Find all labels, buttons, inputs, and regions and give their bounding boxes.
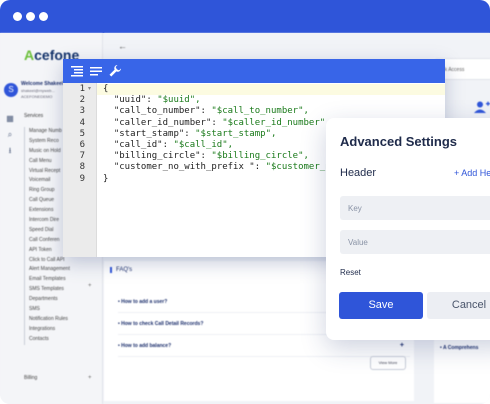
code-line[interactable]: "start_stamp": "$start_stamp", <box>103 128 277 140</box>
json-value: "$call_id", <box>173 140 234 150</box>
json-value: "$call_to_number", <box>211 106 309 117</box>
json-key: "caller_id_number": <box>103 117 223 128</box>
code-line[interactable]: "uuid": "$uuid", <box>103 95 201 106</box>
line-number: 4 <box>79 117 85 128</box>
save-button[interactable]: Save <box>339 292 423 319</box>
json-key: "billing_circle": <box>103 151 212 162</box>
code-line[interactable]: "billing_circle": "$billing_circle", <box>103 151 309 162</box>
json-key: "customer_no_with_prefix ": <box>103 162 266 173</box>
json-value: "$caller_id_number", <box>222 117 331 128</box>
json-value: "$start_stamp", <box>195 128 277 139</box>
json-key: "call_id": <box>103 140 174 150</box>
line-number: 9 <box>79 173 85 184</box>
search-icon[interactable]: ⌕ <box>5 130 15 140</box>
header-label: Header <box>340 167 377 179</box>
sidebar-menu-item[interactable]: Integrations <box>24 324 96 335</box>
line-number-gutter: ▾ 123456789 <box>63 83 97 257</box>
sidebar-menu-item[interactable]: Departments <box>24 295 96 306</box>
browser-titlebar <box>0 0 490 33</box>
user-email: shakeel@myweb... <box>21 88 55 93</box>
line-number: 2 <box>79 95 85 106</box>
sidebar-menu-item[interactable]: Email Templates <box>24 275 96 286</box>
avatar[interactable]: S <box>4 83 18 97</box>
app-frame: Acefone S Welcome Shakeel shakeel@myweb.… <box>0 0 490 404</box>
welcome-text: Welcome Shakeel <box>21 81 64 87</box>
add-header-link[interactable]: + Add He <box>454 168 490 178</box>
sidebar-menu-item[interactable]: Click to Call API <box>24 255 96 266</box>
services-heading: Services <box>24 113 44 119</box>
compact-icon[interactable] <box>89 64 103 78</box>
view-more-button[interactable]: View More <box>370 356 406 370</box>
add-user-icon[interactable] <box>474 101 490 116</box>
back-arrow-icon[interactable]: ← <box>118 41 127 51</box>
json-key: "start_stamp": <box>103 128 196 139</box>
code-line[interactable]: } <box>103 174 108 185</box>
sidebar-menu-item[interactable]: SMS Templates <box>24 285 96 296</box>
editor-toolbar <box>63 59 445 83</box>
format-icon[interactable] <box>70 64 84 78</box>
reset-link[interactable]: Reset <box>340 268 361 277</box>
wrench-icon[interactable] <box>108 64 122 78</box>
line-number: 8 <box>79 162 85 173</box>
json-key: "uuid": <box>103 95 158 106</box>
info-card-item[interactable]: • A Comprehens <box>440 345 478 351</box>
cancel-button[interactable]: Cancel <box>427 292 490 319</box>
sidebar-item-billing[interactable]: Billing <box>24 375 37 381</box>
download-icon[interactable]: ⭳ <box>5 146 15 156</box>
code-line[interactable]: "customer_no_with_prefix ": "$customer_n… <box>103 162 347 173</box>
modal-title: Advanced Settings <box>340 134 458 149</box>
header-value-input[interactable] <box>340 230 490 254</box>
json-key: { <box>103 84 109 94</box>
window-dot-icon[interactable] <box>13 12 22 21</box>
code-line[interactable]: { <box>103 84 108 95</box>
sidebar-menu-item[interactable]: SMS <box>24 305 96 315</box>
json-key: "call_to_number": <box>103 106 212 117</box>
sidebar-menu-item[interactable]: Notification Rules <box>24 314 96 325</box>
line-number: 5 <box>79 128 85 139</box>
expand-icon[interactable]: + <box>88 375 92 381</box>
icon-rail: ▦ ⌕ ⭳ <box>0 108 20 404</box>
json-key: } <box>103 173 109 184</box>
expand-icon[interactable]: + <box>88 283 92 289</box>
faq-title: FAQ's <box>110 267 132 273</box>
user-company: ACEFONEDEMO <box>21 94 53 99</box>
line-number: 3 <box>79 106 85 117</box>
line-number: 1 <box>79 84 85 94</box>
header-key-input[interactable] <box>340 196 490 220</box>
code-line[interactable]: "call_id": "$call_id", <box>103 140 233 151</box>
sidebar-menu-item[interactable]: Alert Management <box>24 265 96 276</box>
grid-icon[interactable]: ▦ <box>5 114 15 124</box>
window-dot-icon[interactable] <box>26 12 35 21</box>
code-line[interactable]: "caller_id_number": "$caller_id_number", <box>103 118 331 129</box>
advanced-settings-modal: Advanced Settings Header + Add He Reset … <box>326 118 490 340</box>
line-number: 6 <box>79 140 85 150</box>
line-number: 7 <box>79 151 85 162</box>
code-line[interactable]: "call_to_number": "$call_to_number", <box>103 106 309 117</box>
window-dot-icon[interactable] <box>39 12 48 21</box>
sidebar-menu-item[interactable]: Contacts <box>24 334 96 345</box>
json-value: "$uuid", <box>157 95 201 106</box>
json-value: "$billing_circle", <box>211 151 309 162</box>
fold-arrow-icon[interactable]: ▾ <box>88 84 91 95</box>
